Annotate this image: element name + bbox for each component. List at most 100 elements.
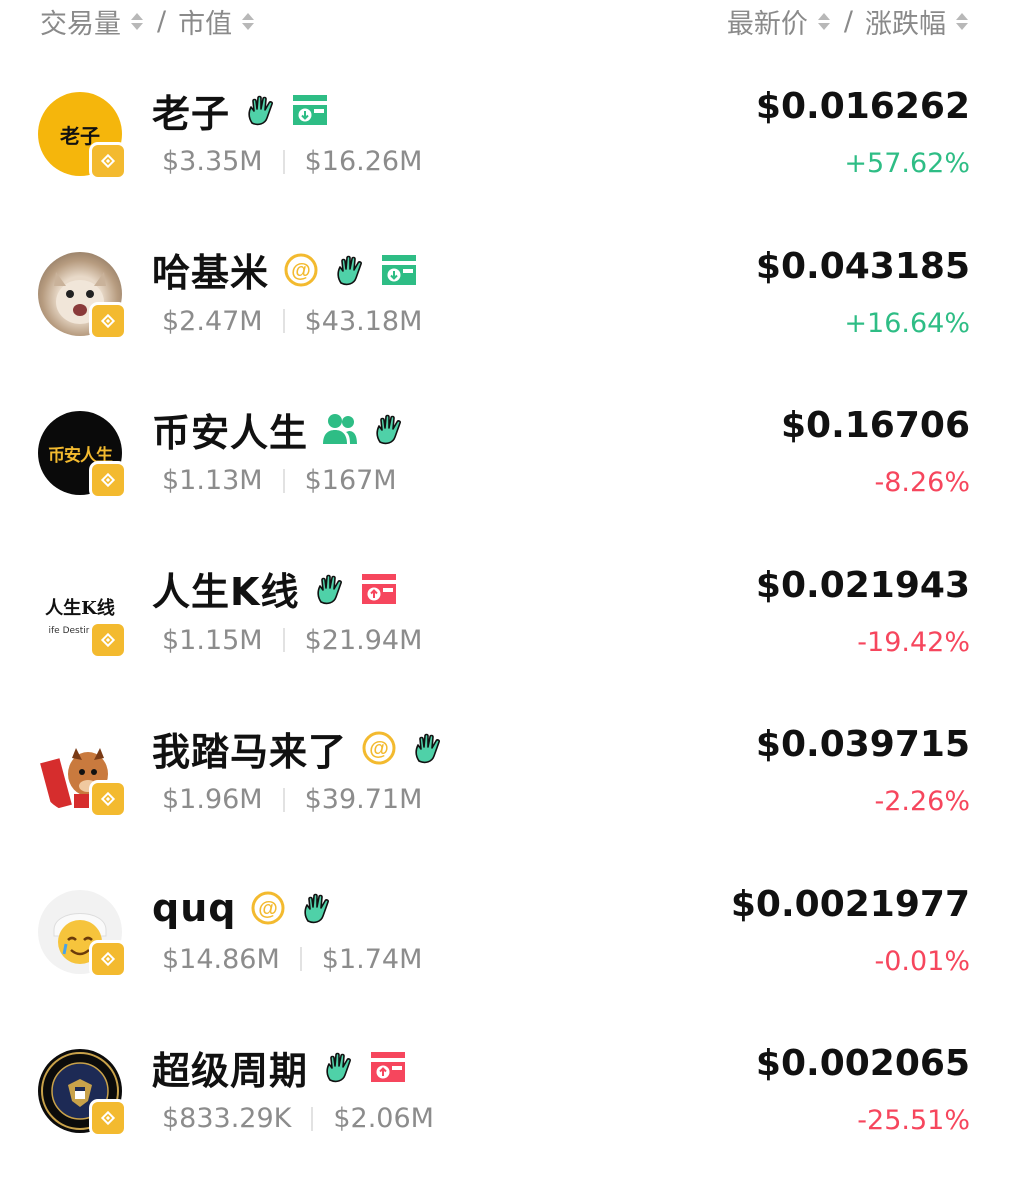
- stats-line: $833.29K $2.06M: [162, 1103, 434, 1134]
- volume-value: $14.86M: [162, 943, 280, 975]
- price-change: +16.64%: [844, 307, 970, 339]
- sort-market-cap-label: 市值: [178, 9, 233, 40]
- token-row[interactable]: 哈基米 @ $2.47M $43.18M $0.043185 +16.64%: [0, 240, 1010, 400]
- sort-volume[interactable]: 交易量: [40, 2, 149, 41]
- stats-line: $1.13M $167M: [162, 465, 397, 496]
- volume-value: $1.15M: [162, 624, 263, 656]
- avatar-text: 人生K线: [45, 597, 115, 619]
- price-change: -8.26%: [874, 467, 970, 498]
- bnb-chain-icon: [89, 620, 127, 659]
- price-value: $0.021943: [755, 564, 970, 606]
- token-name: 超级周期: [152, 1048, 309, 1093]
- market-cap-value: $16.26M: [304, 146, 423, 177]
- stats-divider: [282, 149, 285, 174]
- price-value: $0.043185: [755, 245, 970, 287]
- sort-market-cap[interactable]: 市值: [178, 2, 260, 41]
- token-name: 我踏马来了: [152, 729, 348, 774]
- users-icon: [322, 412, 358, 446]
- price-change: -0.01%: [874, 945, 970, 977]
- dex-inflow-icon: [381, 254, 417, 286]
- token-row[interactable]: 币安人生 币安人生 $1.13M $167M $0.16706 -8.26%: [0, 399, 1010, 559]
- dex-inflow-icon: [292, 94, 328, 126]
- market-cap-value: $43.18M: [304, 305, 423, 337]
- stats-divider: [299, 947, 302, 971]
- token-list: 老子 老子 $3.35M $16.26M $0.016262 +57.62% 哈…: [0, 80, 1010, 1197]
- stats-divider: [282, 787, 285, 812]
- price-change: +57.62%: [844, 148, 970, 179]
- name-line: 币安人生: [152, 403, 406, 455]
- sort-group-right: 最新价 / 涨跌幅: [727, 2, 974, 41]
- name-line: 哈基米 @: [152, 244, 417, 296]
- svg-text:@: @: [291, 260, 311, 282]
- bnb-chain-icon: [89, 301, 127, 340]
- stats-line: $1.96M $39.71M: [162, 784, 422, 815]
- tag-icons: [322, 412, 406, 446]
- stats-line: $2.47M $43.18M: [162, 306, 422, 337]
- sort-price[interactable]: 最新价: [727, 2, 836, 41]
- header-separator: /: [843, 6, 853, 37]
- sort-volume-label: 交易量: [40, 9, 121, 40]
- volume-value: $3.35M: [162, 146, 263, 177]
- at-icon: @: [250, 890, 286, 926]
- token-name: 币安人生: [152, 410, 309, 455]
- bnb-chain-icon: [89, 780, 127, 818]
- volume-value: $833.29K: [162, 1103, 292, 1134]
- sort-change-label: 涨跌幅: [865, 9, 946, 40]
- token-name: quq: [152, 885, 237, 930]
- volume-value: $2.47M: [162, 305, 263, 337]
- stats-divider: [282, 628, 285, 652]
- token-row[interactable]: 人生K线 ife Destin 人生K线 $1.15M $21.94M $0.0…: [0, 559, 1010, 719]
- avatar-subtext: ife Destin: [48, 625, 92, 636]
- name-line: 我踏马来了 @: [152, 722, 445, 774]
- token-row[interactable]: 超级周期 $833.29K $2.06M $0.002065 -25.51%: [0, 1037, 1010, 1197]
- wave-hand-icon: [411, 731, 445, 765]
- price-change: -19.42%: [857, 626, 970, 658]
- tag-icons: [244, 93, 328, 127]
- token-name: 哈基米: [152, 251, 270, 295]
- price-change: -2.26%: [874, 786, 970, 817]
- bnb-chain-icon: [89, 939, 127, 978]
- sort-change[interactable]: 涨跌幅: [865, 2, 974, 41]
- price-value: $0.016262: [755, 86, 970, 127]
- stats-line: $3.35M $16.26M: [162, 146, 422, 177]
- sort-arrows-icon: [131, 13, 143, 30]
- sort-group-left: 交易量 / 市值: [40, 2, 260, 41]
- sort-arrows-icon: [817, 13, 830, 30]
- token-name: 人生K线: [152, 570, 300, 614]
- svg-text:@: @: [369, 738, 389, 760]
- token-row[interactable]: 我踏马来了 @ $1.96M $39.71M $0.039715 -2.26%: [0, 718, 1010, 878]
- dex-outflow-icon: [370, 1051, 406, 1083]
- name-line: 超级周期: [152, 1041, 406, 1093]
- wave-hand-icon: [333, 253, 367, 287]
- name-line: 人生K线: [152, 563, 397, 615]
- price-value: $0.039715: [755, 724, 970, 765]
- price-value: $0.002065: [755, 1043, 970, 1084]
- stats-line: $1.15M $21.94M: [162, 625, 422, 656]
- tag-icons: [322, 1050, 406, 1084]
- header-separator: /: [157, 6, 167, 37]
- token-row[interactable]: quq @ $14.86M $1.74M $0.0021977 -0.01%: [0, 878, 1010, 1038]
- market-cap-value: $39.71M: [304, 784, 423, 815]
- sort-price-label: 最新价: [726, 9, 808, 40]
- svg-text:@: @: [259, 898, 279, 920]
- at-icon: @: [361, 730, 397, 766]
- market-cap-value: $1.74M: [321, 943, 423, 975]
- dex-outflow-icon: [361, 573, 397, 605]
- at-icon: @: [283, 252, 319, 288]
- tag-icons: @: [250, 890, 334, 926]
- tag-icons: [313, 572, 397, 606]
- market-cap-value: $167M: [304, 465, 397, 496]
- token-row[interactable]: 老子 老子 $3.35M $16.26M $0.016262 +57.62%: [0, 80, 1010, 240]
- wave-hand-icon: [244, 93, 278, 127]
- stats-divider: [311, 1106, 314, 1131]
- tag-icons: @: [283, 252, 417, 288]
- token-name: 老子: [152, 91, 231, 136]
- volume-value: $1.96M: [162, 784, 263, 815]
- wave-hand-icon: [322, 1050, 356, 1084]
- price-change: -25.51%: [857, 1105, 970, 1136]
- wave-hand-icon: [313, 572, 347, 606]
- market-cap-value: $21.94M: [304, 624, 423, 656]
- name-line: 老子: [152, 84, 328, 136]
- volume-value: $1.13M: [162, 465, 263, 496]
- sort-arrows-icon: [242, 13, 255, 30]
